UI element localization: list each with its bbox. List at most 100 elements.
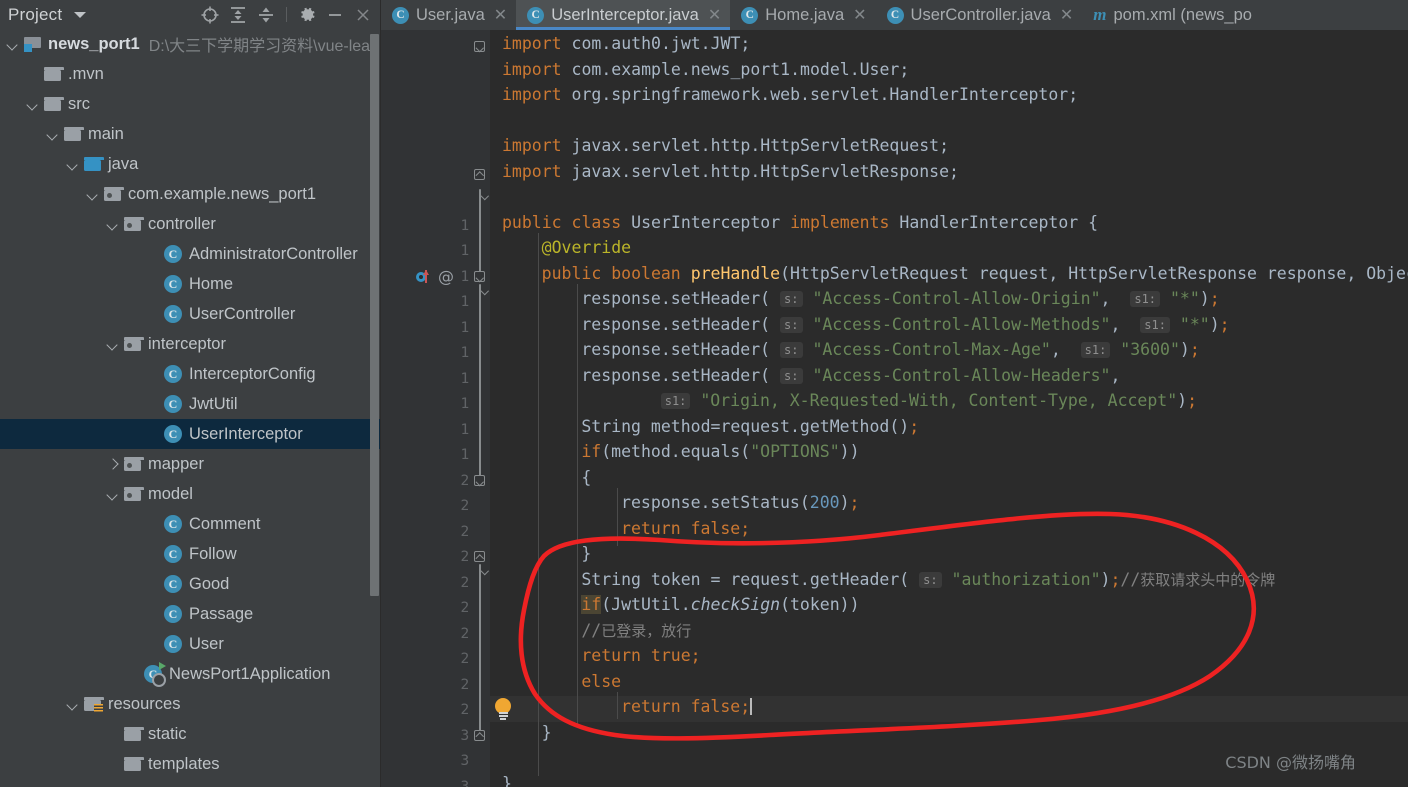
tree-item-home[interactable]: C Home xyxy=(0,269,380,299)
select-opened-file-icon[interactable] xyxy=(197,2,223,28)
chevron-right-icon[interactable] xyxy=(106,457,121,472)
close-icon[interactable]: ✕ xyxy=(1060,5,1073,25)
code-line-12[interactable]: public boolean preHandle(HttpServletRequ… xyxy=(490,261,1408,287)
code-line-26[interactable]: //已登录，放行 xyxy=(490,618,691,644)
code-line-30[interactable]: } xyxy=(490,720,552,746)
close-icon[interactable]: ✕ xyxy=(853,5,866,25)
code-line-3[interactable]: import com.auth0.jwt.JWT; xyxy=(490,31,750,57)
tree-item-label: controller xyxy=(148,214,216,233)
editor-tab-home-java[interactable]: C Home.java ✕ xyxy=(730,0,875,30)
close-icon[interactable]: ✕ xyxy=(708,5,721,25)
package-icon xyxy=(124,337,144,351)
editor-tab-userinterceptor-java[interactable]: C UserInterceptor.java ✕ xyxy=(516,0,731,30)
minimize-icon[interactable] xyxy=(322,2,348,28)
code-line-27[interactable]: return true; xyxy=(490,643,700,669)
tree-item-mapper[interactable]: mapper xyxy=(0,449,380,479)
code-line-5[interactable]: import org.springframework.web.servlet.H… xyxy=(490,82,1078,108)
fold-end-icon[interactable] xyxy=(474,729,485,741)
gear-icon[interactable] xyxy=(294,2,320,28)
editor-tab-usercontroller-java[interactable]: C UserController.java ✕ xyxy=(876,0,1083,30)
package-icon xyxy=(124,217,144,231)
chevron-down-icon[interactable] xyxy=(106,337,121,352)
fold-strip[interactable] xyxy=(469,30,490,787)
tree-item-label: resources xyxy=(108,694,181,713)
code-line-20[interactable]: { xyxy=(490,465,591,491)
parameter-hint: s: xyxy=(780,367,803,384)
code-line-4[interactable]: import com.example.news_port1.model.User… xyxy=(490,57,909,83)
tree-item-controller[interactable]: controller xyxy=(0,209,380,239)
fold-end-icon[interactable] xyxy=(474,551,485,562)
chevron-down-icon[interactable] xyxy=(6,37,21,52)
code-line-14[interactable]: response.setHeader( s: "Access-Control-A… xyxy=(490,312,1229,338)
code-line-25[interactable]: if(JwtUtil.checkSign(token)) xyxy=(490,592,860,618)
chevron-down-icon[interactable] xyxy=(72,7,88,23)
code-line-13[interactable]: response.setHeader( s: "Access-Control-A… xyxy=(490,286,1219,312)
close-icon[interactable]: ✕ xyxy=(494,5,507,25)
code-line-32[interactable]: } xyxy=(490,771,512,787)
tree-item-news-port1[interactable]: news_port1 D:\大三下学期学习资料\vue-lea xyxy=(0,29,380,59)
code-line-10[interactable]: public class UserInterceptor implements … xyxy=(490,210,1098,236)
tree-item-interceptorconfig[interactable]: C InterceptorConfig xyxy=(0,359,380,389)
code-line-28[interactable]: else xyxy=(490,669,621,695)
chevron-down-icon[interactable] xyxy=(66,697,81,712)
tree-item-administratorcontroller[interactable]: C AdministratorController xyxy=(0,239,380,269)
tree-item-model[interactable]: model xyxy=(0,479,380,509)
tree-item-label: JwtUtil xyxy=(189,394,238,413)
tree-item-newsport1application[interactable]: C NewsPort1Application xyxy=(0,659,380,689)
tree-item-main[interactable]: main xyxy=(0,119,380,149)
sidebar-scrollbar[interactable] xyxy=(370,34,379,596)
tree-item-passage[interactable]: C Passage xyxy=(0,599,380,629)
tree-item-java[interactable]: java xyxy=(0,149,380,179)
code-line-29[interactable]: return false; xyxy=(490,694,752,720)
chevron-down-icon[interactable] xyxy=(46,127,61,142)
tree-item-com-example-news-port1[interactable]: com.example.news_port1 xyxy=(0,179,380,209)
code-line-16[interactable]: response.setHeader( s: "Access-Control-A… xyxy=(490,363,1120,389)
editor-tab-user-java[interactable]: C User.java ✕ xyxy=(381,0,516,30)
chevron-down-icon[interactable] xyxy=(26,97,41,112)
fold-start-icon[interactable] xyxy=(474,270,485,282)
chevron-down-icon[interactable] xyxy=(66,157,81,172)
code-line-21[interactable]: response.setStatus(200); xyxy=(490,490,859,516)
fold-start-icon[interactable] xyxy=(474,41,485,52)
tree-item-interceptor[interactable]: interceptor xyxy=(0,329,380,359)
tree-item-usercontroller[interactable]: C UserController xyxy=(0,299,380,329)
tree-item-jwtutil[interactable]: C JwtUtil xyxy=(0,389,380,419)
code-line-17[interactable]: s1: "Origin, X-Requested-With, Content-T… xyxy=(490,388,1197,414)
code-line-15[interactable]: response.setHeader( s: "Access-Control-M… xyxy=(490,337,1199,363)
chevron-down-icon[interactable] xyxy=(106,487,121,502)
code-viewport[interactable]: 3456789101112131415161718192021222324252… xyxy=(381,30,1408,787)
tree-item-comment[interactable]: C Comment xyxy=(0,509,380,539)
code-line-11[interactable]: @Override xyxy=(490,235,631,261)
fold-start-icon[interactable] xyxy=(474,474,485,486)
line-number: 30 xyxy=(398,728,478,744)
tree-item-templates[interactable]: templates xyxy=(0,749,380,779)
tree-item-src[interactable]: src xyxy=(0,89,380,119)
collapse-all-icon[interactable] xyxy=(253,2,279,28)
expand-all-icon[interactable] xyxy=(225,2,251,28)
code-line-22[interactable]: return false; xyxy=(490,516,750,542)
close-icon[interactable] xyxy=(350,2,376,28)
line-number: 27 xyxy=(398,651,478,667)
code-line-23[interactable]: } xyxy=(490,541,591,567)
tree-item-user[interactable]: C User xyxy=(0,629,380,659)
code-line-18[interactable]: String method=request.getMethod(); xyxy=(490,414,919,440)
tree-item-static[interactable]: static xyxy=(0,719,380,749)
chevron-down-icon[interactable] xyxy=(106,217,121,232)
annotation-glyph-icon[interactable]: @ xyxy=(438,267,454,286)
code-text[interactable]: import com.auth0.jwt.JWT; import com.exam… xyxy=(490,30,1408,787)
tree-item-userinterceptor[interactable]: C UserInterceptor xyxy=(0,419,380,449)
code-line-7[interactable]: import javax.servlet.http.HttpServletReq… xyxy=(490,133,949,159)
tree-item-good[interactable]: C Good xyxy=(0,569,380,599)
tree-item-follow[interactable]: C Follow xyxy=(0,539,380,569)
tree-item-mvn[interactable]: .mvn xyxy=(0,59,380,89)
tree-item-resources[interactable]: resources xyxy=(0,689,380,719)
code-line-8[interactable]: import javax.servlet.http.HttpServletRes… xyxy=(490,159,959,185)
code-line-19[interactable]: if(method.equals("OPTIONS")) xyxy=(490,439,859,465)
chevron-down-icon[interactable] xyxy=(86,187,101,202)
editor-tab-pom-xml-news-po[interactable]: m pom.xml (news_po xyxy=(1082,0,1261,30)
project-tree[interactable]: news_port1 D:\大三下学期学习资料\vue-lea .mvn src mai… xyxy=(0,29,380,787)
code-line-24[interactable]: String token = request.getHeader( s: "au… xyxy=(490,567,1275,593)
fold-end-icon[interactable] xyxy=(474,168,485,180)
